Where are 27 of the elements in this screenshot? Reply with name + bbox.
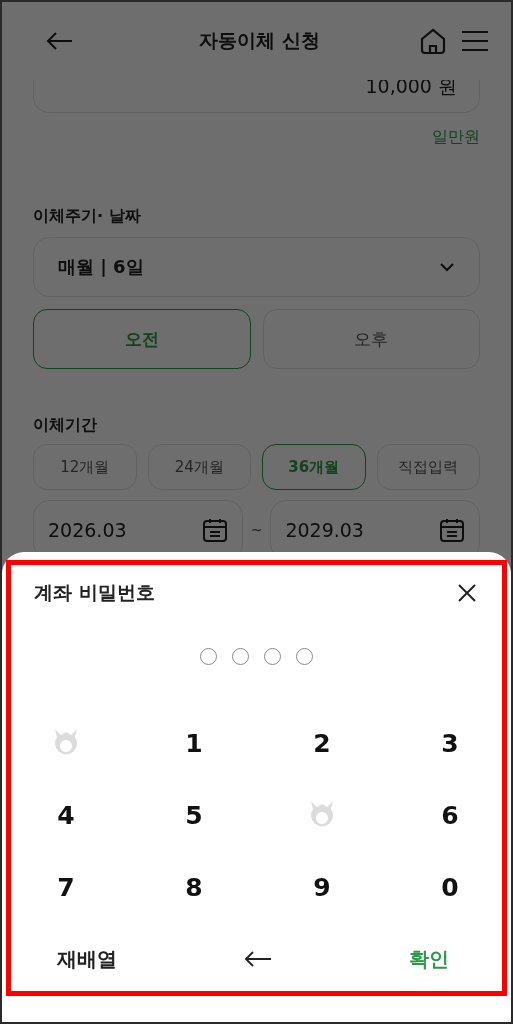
backspace-button[interactable] bbox=[244, 950, 272, 968]
keypad-key[interactable]: 7 bbox=[47, 868, 85, 906]
close-button[interactable] bbox=[457, 583, 477, 603]
keypad-key[interactable]: 5 bbox=[175, 796, 213, 834]
keypad-key[interactable]: 1 bbox=[175, 724, 213, 762]
cycle-dropdown[interactable]: 매월 | 6일 bbox=[33, 237, 480, 297]
keypad-key[interactable]: 2 bbox=[303, 724, 341, 762]
keypad-key[interactable]: 0 bbox=[431, 868, 469, 906]
home-button[interactable] bbox=[419, 27, 447, 55]
calendar-icon bbox=[201, 517, 228, 543]
page-title: 자동이체 신청 bbox=[198, 28, 321, 53]
range-separator: ~ bbox=[250, 522, 263, 538]
keypad-key[interactable]: 6 bbox=[431, 796, 469, 834]
chevron-down-icon bbox=[439, 262, 455, 272]
keypad-key[interactable]: 3 bbox=[431, 724, 469, 762]
confirm-button[interactable]: 확인 bbox=[404, 941, 453, 977]
sheet-title: 계좌 비밀번호 bbox=[34, 580, 155, 605]
shuffle-button[interactable]: 재배열 bbox=[53, 941, 122, 977]
amount-in-words: 일만원 bbox=[431, 127, 480, 148]
back-button[interactable] bbox=[46, 31, 74, 51]
keypad-key[interactable]: 9 bbox=[303, 868, 341, 906]
cycle-label: 이체주기· 날짜 bbox=[33, 206, 142, 227]
period-label: 이체기간 bbox=[33, 415, 98, 436]
keypad-key[interactable]: 8 bbox=[175, 868, 213, 906]
menu-button[interactable] bbox=[461, 29, 489, 53]
keypad-key[interactable]: 4 bbox=[47, 796, 85, 834]
calendar-icon bbox=[439, 517, 465, 543]
